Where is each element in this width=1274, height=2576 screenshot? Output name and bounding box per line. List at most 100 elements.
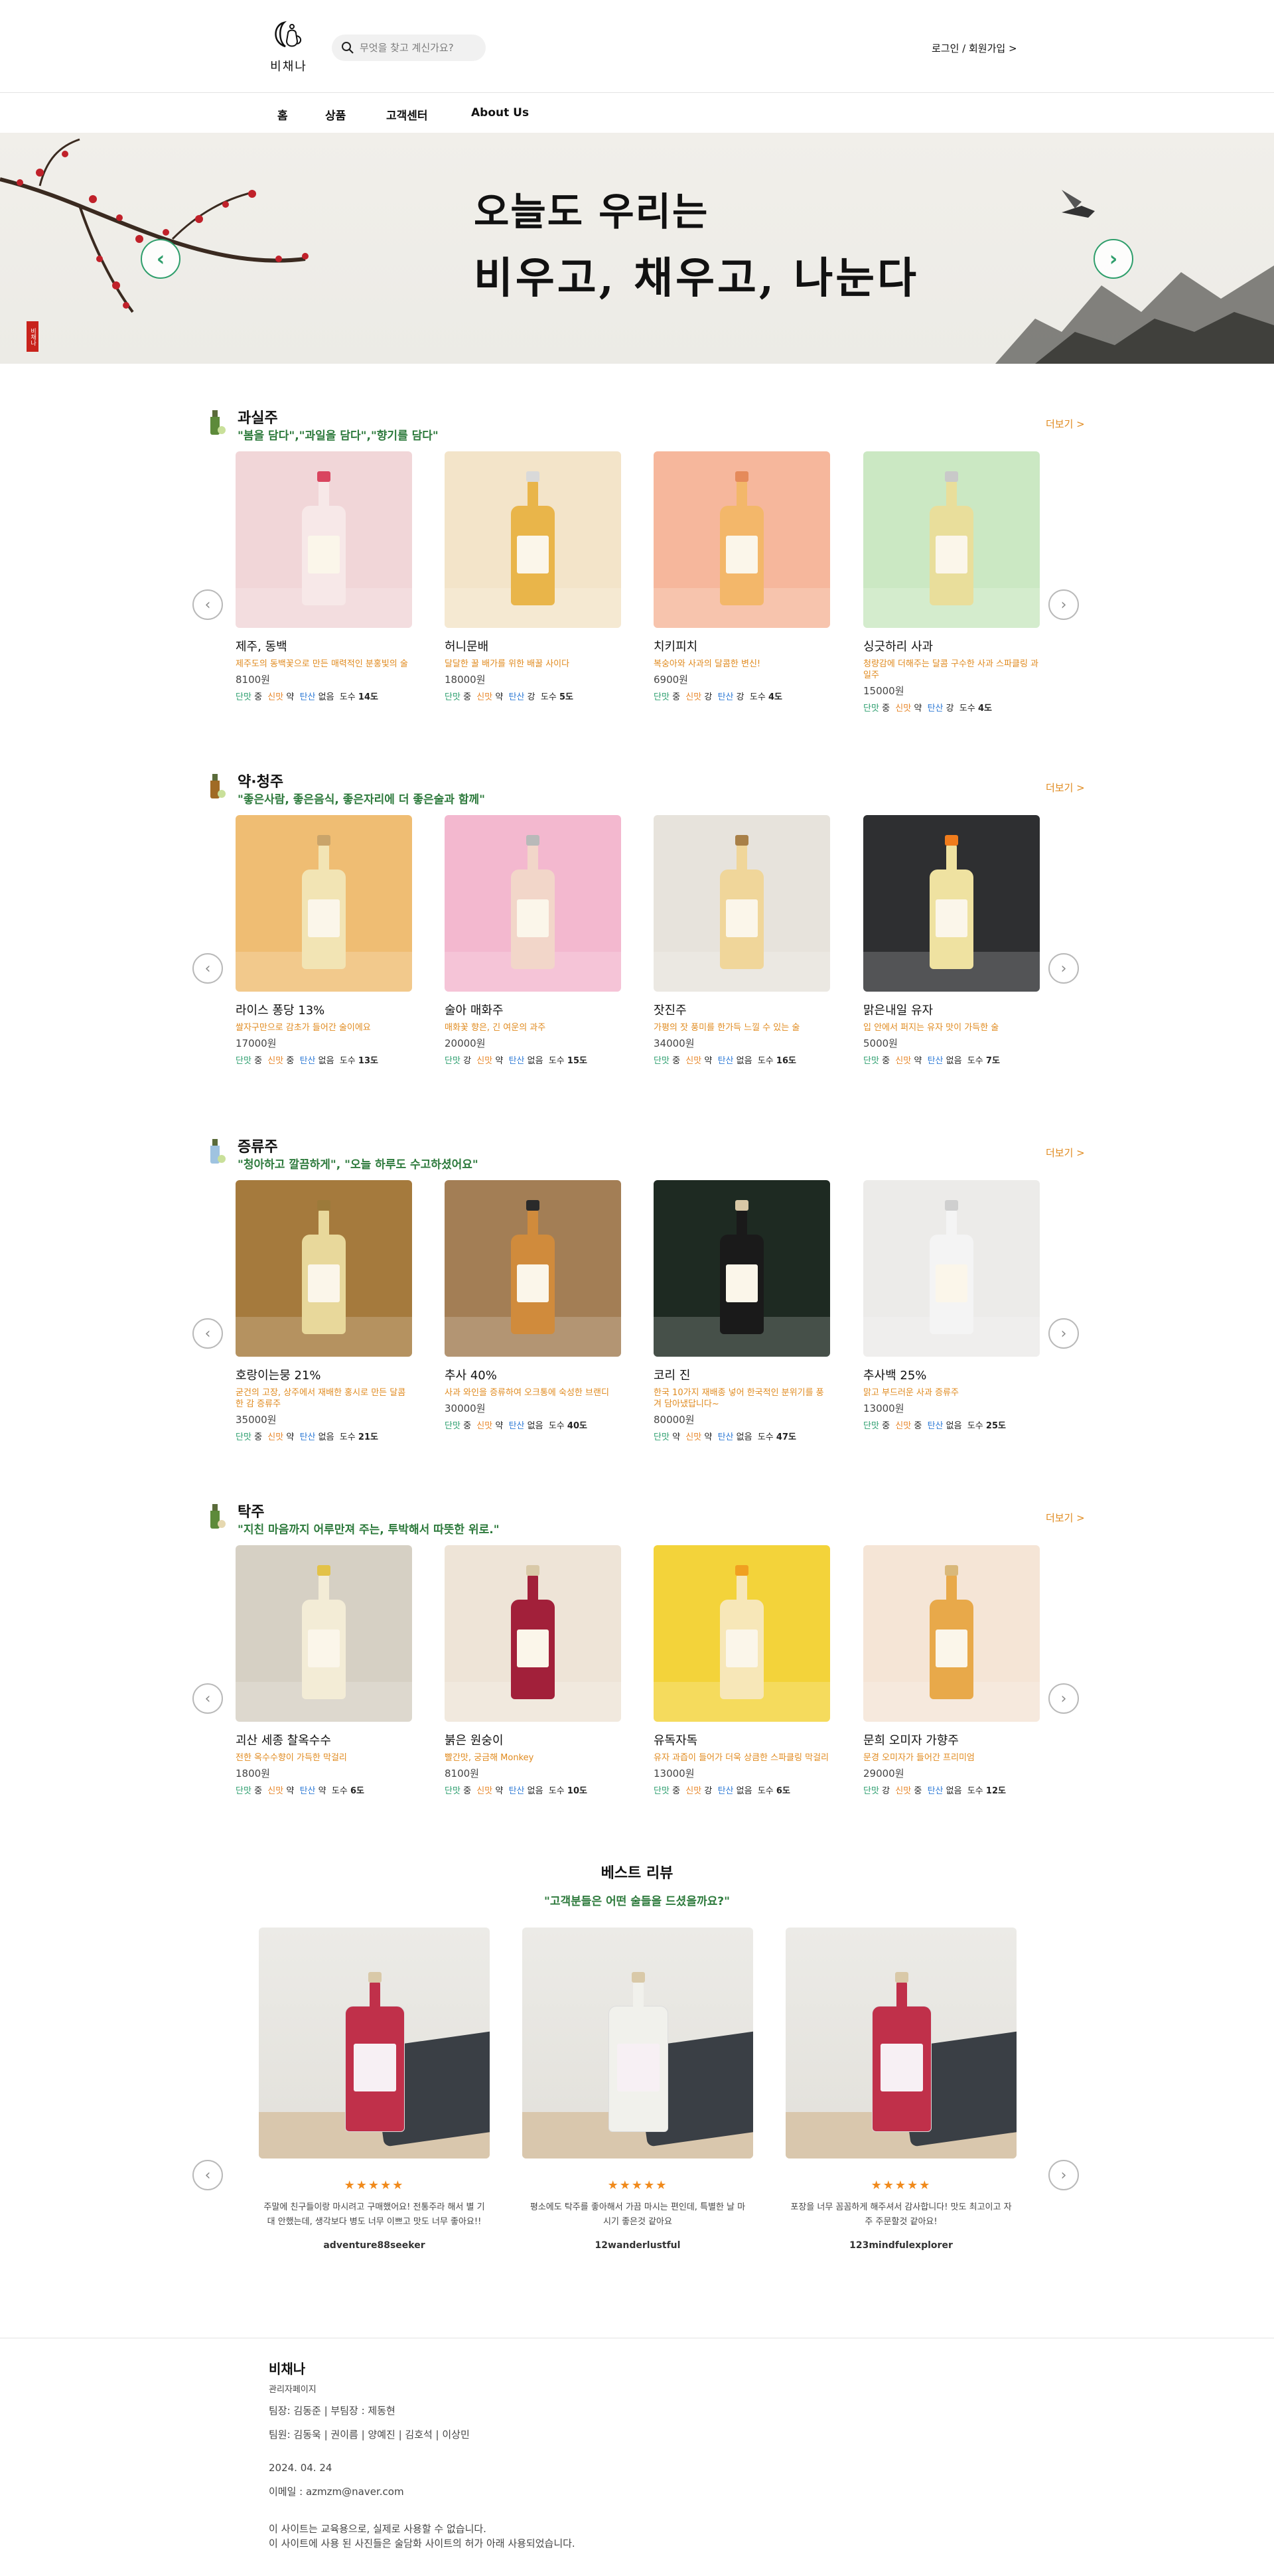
nav-home[interactable]: 홈 — [277, 106, 288, 123]
product-price: 35000원 — [236, 1414, 277, 1426]
product-image[interactable] — [236, 1180, 412, 1357]
product-name[interactable]: 술아 매화주 — [445, 1001, 621, 1018]
product-card[interactable]: 유독자독 유자 과즙이 들어가 더욱 상큼한 스파클링 막걸리 13000원 단… — [654, 1545, 830, 1796]
sweet-value: 중 — [882, 704, 890, 714]
carbonation-value: 강 — [946, 704, 954, 714]
product-image[interactable] — [445, 1180, 621, 1357]
review-next-button[interactable]: › — [1048, 2160, 1079, 2190]
bottle-illustration — [511, 471, 555, 605]
review-card[interactable]: ★★★★★ 주말에 친구들이랑 마시려고 구매했어요! 전통주라 해서 별 기대… — [259, 1928, 490, 2251]
banner-next-button[interactable]: › — [1094, 239, 1133, 279]
product-card[interactable]: 술아 매화주 매화꽃 향은, 긴 여운의 과주 20000원 단맛 강 신맛 약… — [445, 815, 621, 1066]
taste-tags: 단맛 중 신맛 중 탄산 없음 도수 13도 — [236, 1053, 412, 1066]
sour-label: 신맛 — [267, 1056, 284, 1066]
product-card[interactable]: 추사백 25% 맑고 부드러운 사과 증류주 13000원 단맛 중 신맛 중 … — [863, 1180, 1040, 1431]
carousel-next-button[interactable]: › — [1048, 953, 1079, 984]
product-image[interactable] — [236, 815, 412, 992]
product-card[interactable]: 코리 진 한국 10가지 재배종 넣어 한국적인 분위기를 풍겨 담아냈답니다~… — [654, 1180, 830, 1442]
carbonation-value: 없음 — [318, 1056, 334, 1066]
sour-label: 신맛 — [895, 1056, 912, 1066]
product-image[interactable] — [445, 451, 621, 628]
more-link[interactable]: 더보기 > — [1046, 781, 1085, 795]
carousel-prev-button[interactable]: ‹ — [192, 1318, 223, 1349]
product-image[interactable] — [863, 815, 1040, 992]
product-card[interactable]: 괴산 세종 찰옥수수 전한 옥수수향이 가득한 막걸리 1800원 단맛 중 신… — [236, 1545, 412, 1796]
admin-page-link[interactable]: 관리자페이지 — [269, 2382, 317, 2395]
product-image[interactable] — [236, 451, 412, 628]
nav-products[interactable]: 상품 — [325, 106, 346, 123]
product-card[interactable]: 싱긋하리 사과 청량감에 더해주는 달콤 구수한 사과 스파클링 과일주 150… — [863, 451, 1040, 714]
product-name[interactable]: 문희 오미자 가향주 — [863, 1731, 1040, 1748]
product-name[interactable]: 호랑이는뭉 21% — [236, 1366, 412, 1383]
product-card[interactable]: 맑은내일 유자 입 안에서 퍼지는 유자 맛이 가득한 술 5000원 단맛 중… — [863, 815, 1040, 1066]
product-image[interactable] — [654, 1545, 830, 1722]
product-name[interactable]: 제주, 동백 — [236, 637, 412, 654]
product-card[interactable]: 치키피치 복숭아와 사과의 달콤한 변신! 6900원 단맛 중 신맛 강 탄산… — [654, 451, 830, 702]
site-logo[interactable]: 비채나 — [265, 19, 312, 76]
product-image[interactable] — [863, 1545, 1040, 1722]
sweet-value: 중 — [254, 1786, 263, 1796]
product-image[interactable] — [654, 1180, 830, 1357]
product-image[interactable] — [445, 1545, 621, 1722]
sweet-value: 중 — [672, 1056, 681, 1066]
chevron-right-icon: › — [1060, 1690, 1067, 1707]
login-signup-link[interactable]: 로그인 / 회원가입 > — [932, 41, 1017, 55]
more-link[interactable]: 더보기 > — [1046, 417, 1085, 431]
product-card[interactable]: 허니문배 달달한 꿀 배가를 위한 배꿀 사이다 18000원 단맛 중 신맛 … — [445, 451, 621, 702]
product-name[interactable]: 유독자독 — [654, 1731, 830, 1748]
product-name[interactable]: 추사백 25% — [863, 1366, 1040, 1383]
product-name[interactable]: 치키피치 — [654, 637, 830, 654]
carousel-prev-button[interactable]: ‹ — [192, 953, 223, 984]
product-card[interactable]: 문희 오미자 가향주 문경 오미자가 들어간 프리미엄 29000원 단맛 강 … — [863, 1545, 1040, 1796]
banner-headline-2: 비우고, 채우고, 나눈다 — [474, 254, 920, 303]
product-card[interactable]: 제주, 동백 제주도의 동백꽃으로 만든 매력적인 분홍빛의 술 8100원 단… — [236, 451, 412, 702]
product-image[interactable] — [863, 1180, 1040, 1357]
sour-value: 약 — [495, 1786, 504, 1796]
product-card[interactable]: 잣진주 가평의 잣 풍미를 한가득 느낄 수 있는 술 34000원 단맛 중 … — [654, 815, 830, 1066]
search-bar[interactable] — [332, 35, 486, 61]
product-card[interactable]: 호랑이는뭉 21% 굳건의 고장, 상주에서 재배한 홍시로 만든 달콤한 감 … — [236, 1180, 412, 1442]
sweet-label: 단맛 — [863, 1056, 879, 1066]
carousel-next-button[interactable]: › — [1048, 589, 1079, 620]
nav-customer-center[interactable]: 고객센터 — [386, 106, 428, 123]
carousel-next-button[interactable]: › — [1048, 1318, 1079, 1349]
product-name[interactable]: 코리 진 — [654, 1366, 830, 1383]
review-prev-button[interactable]: ‹ — [192, 2160, 223, 2190]
product-name[interactable]: 싱긋하리 사과 — [863, 637, 1040, 654]
product-name[interactable]: 잣진주 — [654, 1001, 830, 1018]
nav-about-us[interactable]: About Us — [471, 106, 529, 119]
product-name[interactable]: 라이스 퐁당 13% — [236, 1001, 412, 1018]
bottle-illustration — [302, 1565, 346, 1699]
product-card[interactable]: 추사 40% 사과 와인을 증류하여 오크통에 숙성한 브랜디 30000원 단… — [445, 1180, 621, 1431]
site-footer: 비채나 관리자페이지 팀장: 김동준 | 부팀장 : 제동현 팀원: 김동욱 |… — [0, 2338, 1274, 2576]
product-name[interactable]: 맑은내일 유자 — [863, 1001, 1040, 1018]
carbonation-label: 탄산 — [508, 692, 525, 702]
review-card[interactable]: ★★★★★ 평소에도 탁주를 좋아해서 가끔 마시는 편인데, 특별한 날 마시… — [522, 1928, 753, 2251]
rice-wine-icon — [210, 774, 226, 798]
search-input[interactable] — [360, 42, 479, 54]
carousel-prev-button[interactable]: ‹ — [192, 1683, 223, 1714]
product-image[interactable] — [863, 451, 1040, 628]
review-card[interactable]: ★★★★★ 포장을 너무 꼼꼼하게 해주셔서 감사합니다! 맛도 최고이고 자주… — [786, 1928, 1017, 2251]
product-image[interactable] — [445, 815, 621, 992]
product-name[interactable]: 붉은 원숭이 — [445, 1731, 621, 1748]
product-name[interactable]: 허니문배 — [445, 637, 621, 654]
carousel-prev-button[interactable]: ‹ — [192, 589, 223, 620]
product-card[interactable]: 라이스 퐁당 13% 쌀자구만으로 감초가 들어간 술이에요 17000원 단맛… — [236, 815, 412, 1066]
carbonation-label: 탄산 — [717, 1432, 734, 1442]
product-name[interactable]: 괴산 세종 찰옥수수 — [236, 1731, 412, 1748]
carbonation-label: 탄산 — [927, 1056, 944, 1066]
product-image[interactable] — [654, 451, 830, 628]
carbonation-value: 강 — [527, 692, 535, 702]
product-image[interactable] — [654, 815, 830, 992]
product-image[interactable] — [236, 1545, 412, 1722]
product-card[interactable]: 붉은 원숭이 빨간맛, 궁금해 Monkey 8100원 단맛 중 신맛 약 탄… — [445, 1545, 621, 1796]
carousel-next-button[interactable]: › — [1048, 1683, 1079, 1714]
footer-date: 2024. 04. 24 — [269, 2462, 332, 2474]
more-link[interactable]: 더보기 > — [1046, 1511, 1085, 1525]
banner-prev-button[interactable]: ‹ — [141, 239, 180, 279]
more-link[interactable]: 더보기 > — [1046, 1146, 1085, 1160]
product-description: 가평의 잣 풍미를 한가득 느낄 수 있는 술 — [654, 1023, 800, 1033]
product-name[interactable]: 추사 40% — [445, 1366, 621, 1383]
abv-label: 도수 — [331, 1786, 348, 1796]
